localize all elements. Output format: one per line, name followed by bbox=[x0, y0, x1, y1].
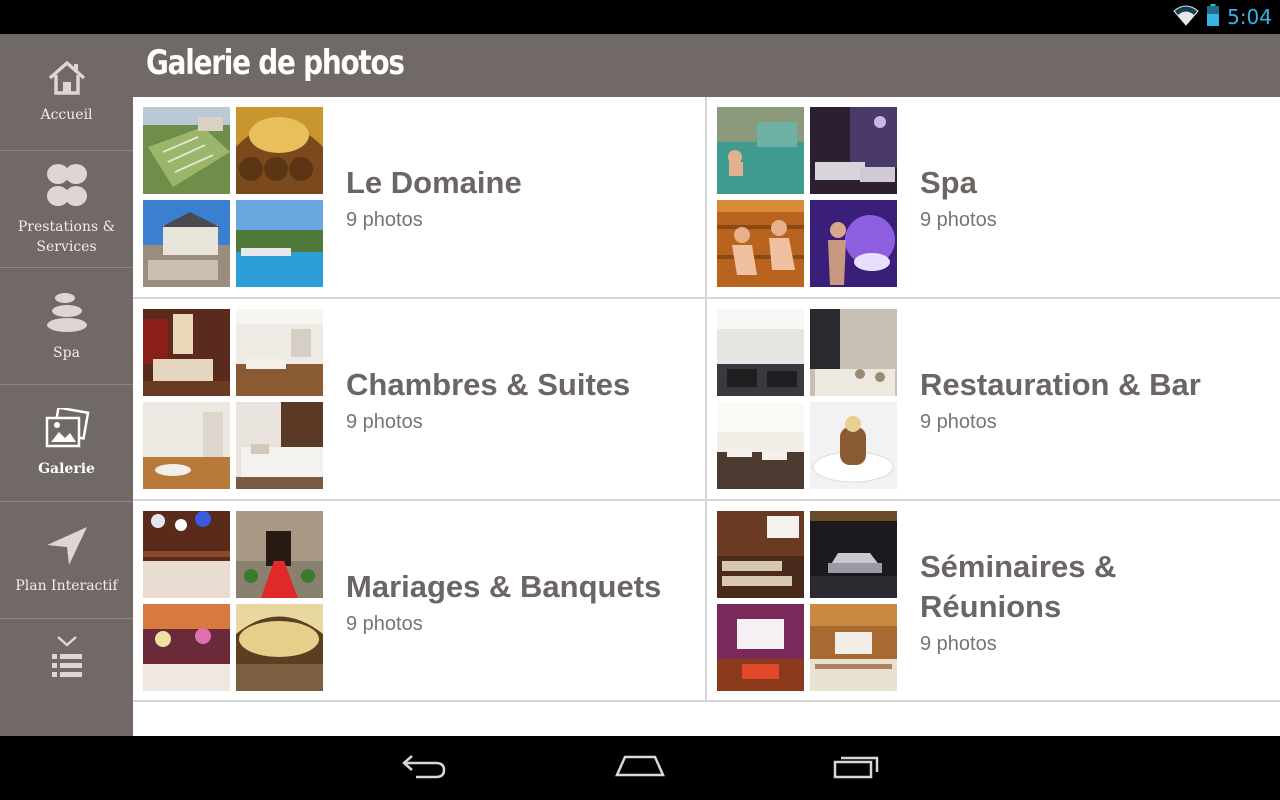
album-card-seminaires-reunions[interactable]: Séminaires & Réunions 9 photos bbox=[707, 501, 1279, 701]
album-title: Restauration & Bar bbox=[920, 366, 1201, 402]
photo-thumbnail bbox=[236, 107, 323, 194]
album-card-restauration-bar[interactable]: Restauration & Bar 9 photos bbox=[707, 299, 1279, 499]
album-card-le-domaine[interactable]: Le Domaine 9 photos bbox=[133, 97, 705, 297]
clock: 5:04 bbox=[1227, 5, 1272, 29]
album-photo-count: 9 photos bbox=[346, 612, 423, 635]
album-thumbnails bbox=[143, 511, 324, 692]
photo-thumbnail bbox=[236, 511, 323, 598]
home-button[interactable] bbox=[610, 750, 670, 786]
photo-thumbnail bbox=[810, 200, 897, 287]
clover-icon bbox=[44, 162, 90, 213]
album-thumbnails bbox=[717, 309, 898, 490]
album-card-mariages-banquets[interactable]: Mariages & Banquets 9 photos bbox=[133, 501, 705, 701]
photo-thumbnail bbox=[810, 107, 897, 194]
sidebar-item-plan[interactable]: Plan Interactif bbox=[0, 502, 133, 619]
album-thumbnails bbox=[717, 107, 898, 288]
page-title: Galerie de photos bbox=[146, 43, 405, 83]
photo-thumbnail bbox=[143, 604, 230, 691]
recent-apps-icon bbox=[832, 752, 880, 785]
sidebar-item-label: Plan Interactif bbox=[15, 577, 118, 594]
system-navigation-bar bbox=[0, 736, 1280, 800]
album-title: Mariages & Banquets bbox=[346, 568, 662, 604]
album-title: Chambres & Suites bbox=[346, 366, 631, 402]
photo-thumbnail bbox=[236, 200, 323, 287]
album-thumbnails bbox=[143, 107, 324, 288]
album-photo-count: 9 photos bbox=[920, 410, 997, 433]
album-card-spa[interactable]: Spa 9 photos bbox=[707, 97, 1279, 297]
album-title: Le Domaine bbox=[346, 164, 522, 200]
photo-thumbnail bbox=[143, 402, 230, 489]
album-title: Séminaires & Réunions bbox=[920, 548, 1117, 624]
album-title: Spa bbox=[920, 164, 977, 200]
photo-thumbnail bbox=[236, 604, 323, 691]
photo-thumbnail bbox=[236, 402, 323, 489]
sidebar-item-label: Prestations & Services bbox=[17, 218, 116, 255]
photo-thumbnail bbox=[717, 200, 804, 287]
album-photo-count: 9 photos bbox=[346, 208, 423, 231]
photo-thumbnail bbox=[143, 511, 230, 598]
photo-thumbnail bbox=[236, 309, 323, 396]
album-thumbnails bbox=[143, 309, 324, 490]
back-button[interactable] bbox=[394, 750, 454, 786]
header: Galerie de photos bbox=[133, 34, 1280, 97]
photo-thumbnail bbox=[810, 309, 897, 396]
photo-thumbnail bbox=[717, 511, 804, 598]
sidebar-item-spa[interactable]: Spa bbox=[0, 268, 133, 385]
sidebar-item-prestations[interactable]: Prestations & Services bbox=[0, 151, 133, 268]
photo-thumbnail bbox=[810, 511, 897, 598]
sidebar: Accueil Prestations & Services Spa Galer… bbox=[0, 34, 133, 736]
photo-thumbnail bbox=[810, 402, 897, 489]
navigation-arrow-icon bbox=[45, 525, 89, 572]
album-card-chambres-suites[interactable]: Chambres & Suites 9 photos bbox=[133, 299, 705, 499]
more-menu-icon bbox=[50, 633, 84, 688]
photo-thumbnail bbox=[143, 107, 230, 194]
sidebar-item-galerie[interactable]: Galerie bbox=[0, 385, 133, 502]
photo-thumbnail bbox=[717, 107, 804, 194]
photo-thumbnail bbox=[143, 200, 230, 287]
photo-thumbnail bbox=[717, 604, 804, 691]
sidebar-item-label: Spa bbox=[53, 344, 80, 361]
sidebar-item-label: Accueil bbox=[40, 106, 93, 123]
back-icon bbox=[400, 752, 448, 785]
album-photo-count: 9 photos bbox=[920, 208, 997, 231]
home-icon bbox=[47, 60, 87, 101]
album-thumbnails bbox=[717, 511, 898, 692]
sidebar-item-more[interactable] bbox=[0, 619, 133, 736]
photos-icon bbox=[44, 405, 90, 455]
photo-thumbnail bbox=[143, 309, 230, 396]
sidebar-item-accueil[interactable]: Accueil bbox=[0, 34, 133, 151]
album-photo-count: 9 photos bbox=[346, 410, 423, 433]
photo-thumbnail bbox=[717, 402, 804, 489]
status-bar: 5:04 bbox=[0, 0, 1280, 34]
photo-thumbnail bbox=[810, 604, 897, 691]
sidebar-item-label: Galerie bbox=[38, 460, 95, 477]
battery-icon bbox=[1207, 3, 1220, 31]
photo-thumbnail bbox=[717, 309, 804, 396]
gallery-grid: Le Domaine 9 photos Spa 9 photos Chambre… bbox=[133, 97, 1280, 736]
album-photo-count: 9 photos bbox=[920, 632, 997, 655]
recent-apps-button[interactable] bbox=[826, 750, 886, 786]
home-icon bbox=[615, 753, 665, 784]
stones-icon bbox=[45, 290, 89, 339]
wifi-icon bbox=[1173, 4, 1199, 31]
